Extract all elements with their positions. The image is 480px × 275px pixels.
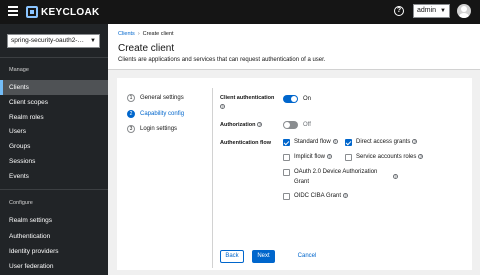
divider <box>0 189 108 190</box>
keycloak-logo-icon <box>26 6 38 18</box>
client-authentication-label: Client authentication <box>220 95 274 101</box>
wizard-step-capability-config[interactable]: 2 Capability config <box>127 110 184 118</box>
help-circle-icon[interactable]: ? <box>418 154 424 159</box>
oidc-ciba-grant-label: OIDC CIBA Grant? <box>294 193 349 200</box>
client-authentication-help[interactable]: ? <box>220 104 225 110</box>
authorization-switch[interactable] <box>283 121 298 129</box>
wizard-divider <box>212 88 213 268</box>
standard-flow-label: Standard flow? <box>294 139 338 146</box>
cancel-button[interactable]: Cancel <box>294 250 320 263</box>
authorization-state: Off <box>303 122 311 128</box>
help-circle-icon[interactable]: ? <box>327 154 333 159</box>
service-accounts-roles-checkbox[interactable] <box>345 154 352 161</box>
help-circle-icon[interactable]: ? <box>393 174 398 179</box>
help-circle-icon[interactable]: ? <box>220 104 225 110</box>
step-number: 1 <box>127 94 135 102</box>
authorization-text: Authorization <box>220 122 256 128</box>
wizard-step-login-settings[interactable]: 3 Login settings <box>127 125 177 133</box>
sidebar-item-clients[interactable]: Clients <box>0 80 108 95</box>
standard-flow-text: Standard flow <box>294 139 331 146</box>
breadcrumb: Clients › Create client <box>118 31 174 37</box>
device-authorization-help[interactable]: ? <box>393 174 398 181</box>
sidebar-item-users[interactable]: Users <box>0 124 108 139</box>
hamburger-icon[interactable] <box>8 6 18 18</box>
step-number: 2 <box>127 110 135 118</box>
page-description: Clients are applications and services th… <box>118 57 326 63</box>
sidebar-item-realm-roles[interactable]: Realm roles <box>0 110 108 125</box>
sidebar-item-authentication[interactable]: Authentication <box>0 229 108 244</box>
service-accounts-roles-label: Service accounts roles? <box>356 154 424 161</box>
keycloak-logo: KEYCLOAK <box>26 5 100 19</box>
client-authentication-switch[interactable] <box>283 95 298 103</box>
switch-knob <box>284 122 290 128</box>
sidebar-item-client-scopes[interactable]: Client scopes <box>0 95 108 110</box>
configure-section-title: Configure <box>9 200 33 206</box>
sidebar-item-sessions[interactable]: Sessions <box>0 154 108 169</box>
device-authorization-grant-label-line2: Grant <box>294 179 310 185</box>
realm-selector[interactable]: spring-security-oauth2-… ▼ <box>7 34 100 48</box>
help-circle-icon[interactable]: ? <box>343 193 349 198</box>
help-circle-icon[interactable]: ? <box>412 139 418 144</box>
page-header: Clients › Create client Create client Cl… <box>108 24 480 70</box>
sidebar-item-events[interactable]: Events <box>0 169 108 184</box>
sidebar-item-identity-providers[interactable]: Identity providers <box>0 244 108 259</box>
help-icon[interactable]: ? <box>394 6 404 16</box>
wizard-panel: 1 General settings 2 Capability config 3… <box>117 78 472 270</box>
oidc-ciba-grant-checkbox[interactable] <box>283 193 290 200</box>
implicit-flow-label: Implicit flow? <box>294 154 333 161</box>
caret-down-icon: ▼ <box>440 8 446 14</box>
client-authentication-state: On <box>303 96 312 102</box>
authentication-flow-label: Authentication flow <box>220 140 272 146</box>
switch-knob <box>291 96 297 102</box>
implicit-flow-text: Implicit flow <box>294 154 326 161</box>
client-authentication-text: Client authentication <box>220 95 275 101</box>
manage-section-title: Manage <box>9 67 29 73</box>
step-label: General settings <box>140 95 184 101</box>
avatar[interactable] <box>457 4 471 18</box>
chevron-right-icon: › <box>137 31 140 37</box>
help-circle-icon[interactable]: ? <box>257 122 263 128</box>
step-label: Capability config <box>140 111 185 117</box>
direct-access-grants-label: Direct access grants? <box>356 139 418 146</box>
page-title: Create client <box>118 43 175 54</box>
implicit-flow-checkbox[interactable] <box>283 154 290 161</box>
help-circle-icon[interactable]: ? <box>332 139 338 144</box>
user-dropdown[interactable]: admin ▼ <box>413 4 450 18</box>
authorization-label: Authorization? <box>220 122 263 128</box>
logo-text: KEYCLOAK <box>41 6 100 18</box>
masthead: KEYCLOAK ? admin ▼ <box>0 0 480 24</box>
device-authorization-grant-checkbox[interactable] <box>283 169 290 176</box>
step-label: Login settings <box>140 126 178 132</box>
direct-access-grants-checkbox[interactable] <box>345 139 352 146</box>
direct-access-grants-text: Direct access grants <box>356 139 411 146</box>
oidc-ciba-grant-text: OIDC CIBA Grant <box>294 193 342 200</box>
sidebar-item-groups[interactable]: Groups <box>0 139 108 154</box>
caret-down-icon: ▼ <box>88 35 96 47</box>
divider <box>0 57 108 58</box>
sidebar-item-user-federation[interactable]: User federation <box>0 259 108 274</box>
sidebar: spring-security-oauth2-… ▼ Manage Client… <box>0 24 108 275</box>
realm-name: spring-security-oauth2-… <box>11 37 84 44</box>
breadcrumb-clients-link[interactable]: Clients <box>118 31 135 37</box>
next-button[interactable]: Next <box>252 250 275 263</box>
breadcrumb-current: Create client <box>142 31 174 37</box>
device-authorization-grant-label-line1: OAuth 2.0 Device Authorization <box>294 169 378 175</box>
user-name: admin <box>417 7 437 14</box>
standard-flow-checkbox[interactable] <box>283 139 290 146</box>
back-button[interactable]: Back <box>220 250 244 263</box>
service-accounts-roles-text: Service accounts roles <box>356 154 417 161</box>
wizard-step-general-settings[interactable]: 1 General settings <box>127 94 184 102</box>
step-number: 3 <box>127 125 135 133</box>
sidebar-item-realm-settings[interactable]: Realm settings <box>0 213 108 228</box>
